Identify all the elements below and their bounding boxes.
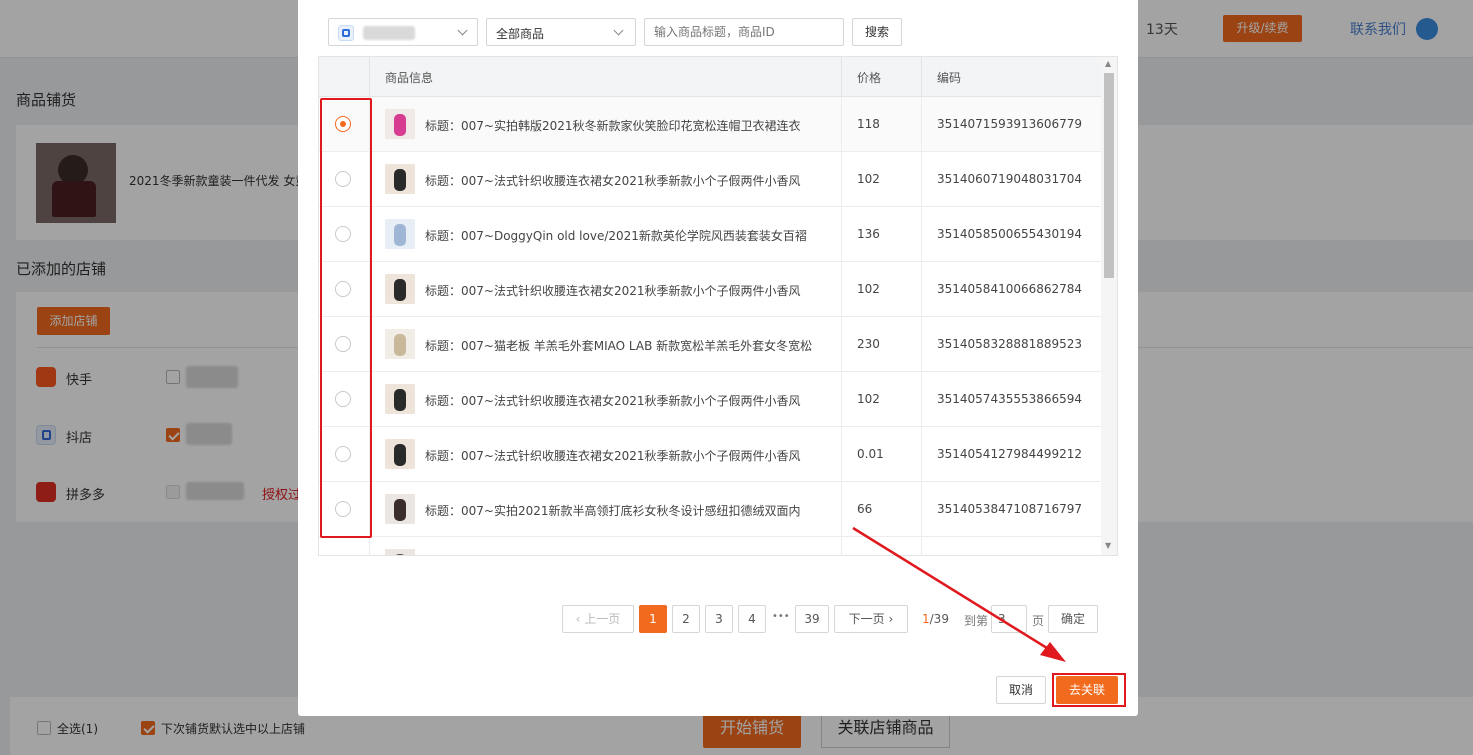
annotation-arrow-icon [852, 526, 1066, 662]
